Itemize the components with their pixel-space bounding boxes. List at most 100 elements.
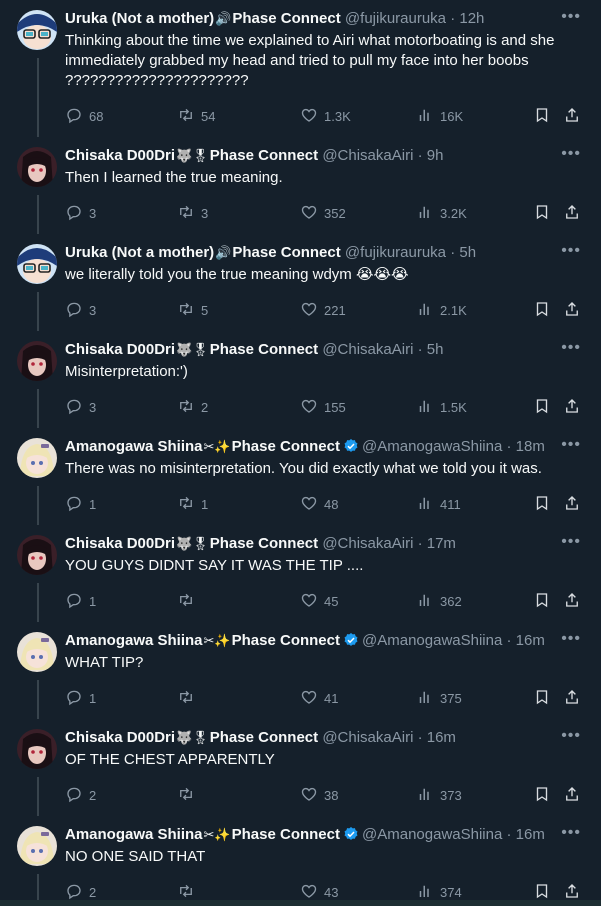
share-button[interactable] [563,785,587,805]
share-button[interactable] [563,300,587,320]
reply-button[interactable]: 3 [65,397,96,417]
avatar[interactable] [17,147,57,187]
avatar[interactable] [17,535,57,575]
share-button[interactable] [563,397,587,417]
reply-button[interactable]: 1 [65,688,96,708]
user-handle[interactable]: @ChisakaAiri [322,341,413,358]
more-options-icon[interactable]: ••• [561,8,581,26]
more-options-icon[interactable]: ••• [561,533,581,551]
display-name[interactable]: Chisaka D00Dri [65,729,175,746]
bookmark-button[interactable] [533,203,557,223]
bookmark-button[interactable] [533,494,557,514]
org-name[interactable]: Phase Connect [232,438,340,455]
reply-button[interactable]: 2 [65,882,96,902]
like-button[interactable]: 221 [300,300,346,320]
timestamp[interactable]: 12h [459,10,484,27]
reply-button[interactable]: 3 [65,300,96,320]
share-button[interactable] [563,203,587,223]
retweet-button[interactable]: 2 [177,397,208,417]
display-name[interactable]: Amanogawa Shiina [65,438,203,455]
retweet-button[interactable] [177,785,201,805]
more-options-icon[interactable]: ••• [561,145,581,163]
user-handle[interactable]: @AmanogawaShiina [362,632,502,649]
more-options-icon[interactable]: ••• [561,630,581,648]
tweet[interactable]: Chisaka D00Dri🐺🎖Phase Connect @ChisakaAi… [0,525,601,622]
retweet-button[interactable]: 54 [177,106,215,126]
timestamp[interactable]: 16m [516,632,545,649]
timestamp[interactable]: 16m [516,826,545,843]
reply-button[interactable]: 3 [65,203,96,223]
views-button[interactable]: 3.2K [416,203,467,223]
retweet-button[interactable]: 3 [177,203,208,223]
display-name[interactable]: Chisaka D00Dri [65,341,175,358]
avatar[interactable] [17,244,57,284]
more-options-icon[interactable]: ••• [561,727,581,745]
tweet[interactable]: Amanogawa Shiina✂✨Phase Connect @Amanogaw… [0,622,601,719]
org-name[interactable]: Phase Connect [232,826,340,843]
like-button[interactable]: 48 [300,494,338,514]
timestamp[interactable]: 18m [516,438,545,455]
like-button[interactable]: 352 [300,203,346,223]
bookmark-button[interactable] [533,688,557,708]
tweet[interactable]: Chisaka D00Dri🐺🎖Phase Connect @ChisakaAi… [0,137,601,234]
views-button[interactable]: 16K [416,106,463,126]
user-handle[interactable]: @fujikurauruka [345,10,446,27]
timestamp[interactable]: 17m [427,535,456,552]
reply-button[interactable]: 1 [65,591,96,611]
retweet-button[interactable] [177,688,201,708]
views-button[interactable]: 362 [416,591,462,611]
display-name[interactable]: Chisaka D00Dri [65,147,175,164]
like-button[interactable]: 38 [300,785,338,805]
avatar[interactable] [17,10,57,50]
views-button[interactable]: 373 [416,785,462,805]
bookmark-button[interactable] [533,882,557,902]
org-name[interactable]: Phase Connect [210,535,318,552]
bookmark-button[interactable] [533,397,557,417]
org-name[interactable]: Phase Connect [210,729,318,746]
display-name[interactable]: Amanogawa Shiina [65,826,203,843]
like-button[interactable]: 155 [300,397,346,417]
views-button[interactable]: 411 [416,494,461,514]
reply-button[interactable]: 1 [65,494,96,514]
share-button[interactable] [563,688,587,708]
tweet[interactable]: Chisaka D00Dri🐺🎖Phase Connect @ChisakaAi… [0,719,601,816]
timestamp[interactable]: 5h [459,244,476,261]
display-name[interactable]: Amanogawa Shiina [65,632,203,649]
views-button[interactable]: 374 [416,882,462,902]
display-name[interactable]: Uruka (Not a mother) [65,10,214,27]
more-options-icon[interactable]: ••• [561,824,581,842]
avatar[interactable] [17,729,57,769]
bookmark-button[interactable] [533,591,557,611]
views-button[interactable]: 2.1K [416,300,467,320]
user-handle[interactable]: @ChisakaAiri [322,147,413,164]
like-button[interactable]: 43 [300,882,338,902]
tweet[interactable]: Amanogawa Shiina✂✨Phase Connect @Amanogaw… [0,428,601,525]
bookmark-button[interactable] [533,785,557,805]
retweet-button[interactable] [177,591,201,611]
share-button[interactable] [563,591,587,611]
views-button[interactable]: 1.5K [416,397,467,417]
display-name[interactable]: Chisaka D00Dri [65,535,175,552]
user-handle[interactable]: @ChisakaAiri [322,535,413,552]
more-options-icon[interactable]: ••• [561,339,581,357]
avatar[interactable] [17,341,57,381]
timestamp[interactable]: 16m [427,729,456,746]
share-button[interactable] [563,494,587,514]
avatar[interactable] [17,438,57,478]
like-button[interactable]: 1.3K [300,106,351,126]
views-button[interactable]: 375 [416,688,462,708]
retweet-button[interactable]: 5 [177,300,208,320]
timestamp[interactable]: 5h [427,341,444,358]
share-button[interactable] [563,106,587,126]
bookmark-button[interactable] [533,300,557,320]
avatar[interactable] [17,826,57,866]
user-handle[interactable]: @ChisakaAiri [322,729,413,746]
tweet[interactable]: Chisaka D00Dri🐺🎖Phase Connect @ChisakaAi… [0,331,601,428]
more-options-icon[interactable]: ••• [561,242,581,260]
avatar[interactable] [17,632,57,672]
more-options-icon[interactable]: ••• [561,436,581,454]
reply-button[interactable]: 68 [65,106,103,126]
tweet[interactable]: Uruka (Not a mother)🔊Phase Connect @fuji… [0,234,601,331]
tweet[interactable]: Uruka (Not a mother)🔊Phase Connect @fuji… [0,0,601,137]
user-handle[interactable]: @AmanogawaShiina [362,826,502,843]
